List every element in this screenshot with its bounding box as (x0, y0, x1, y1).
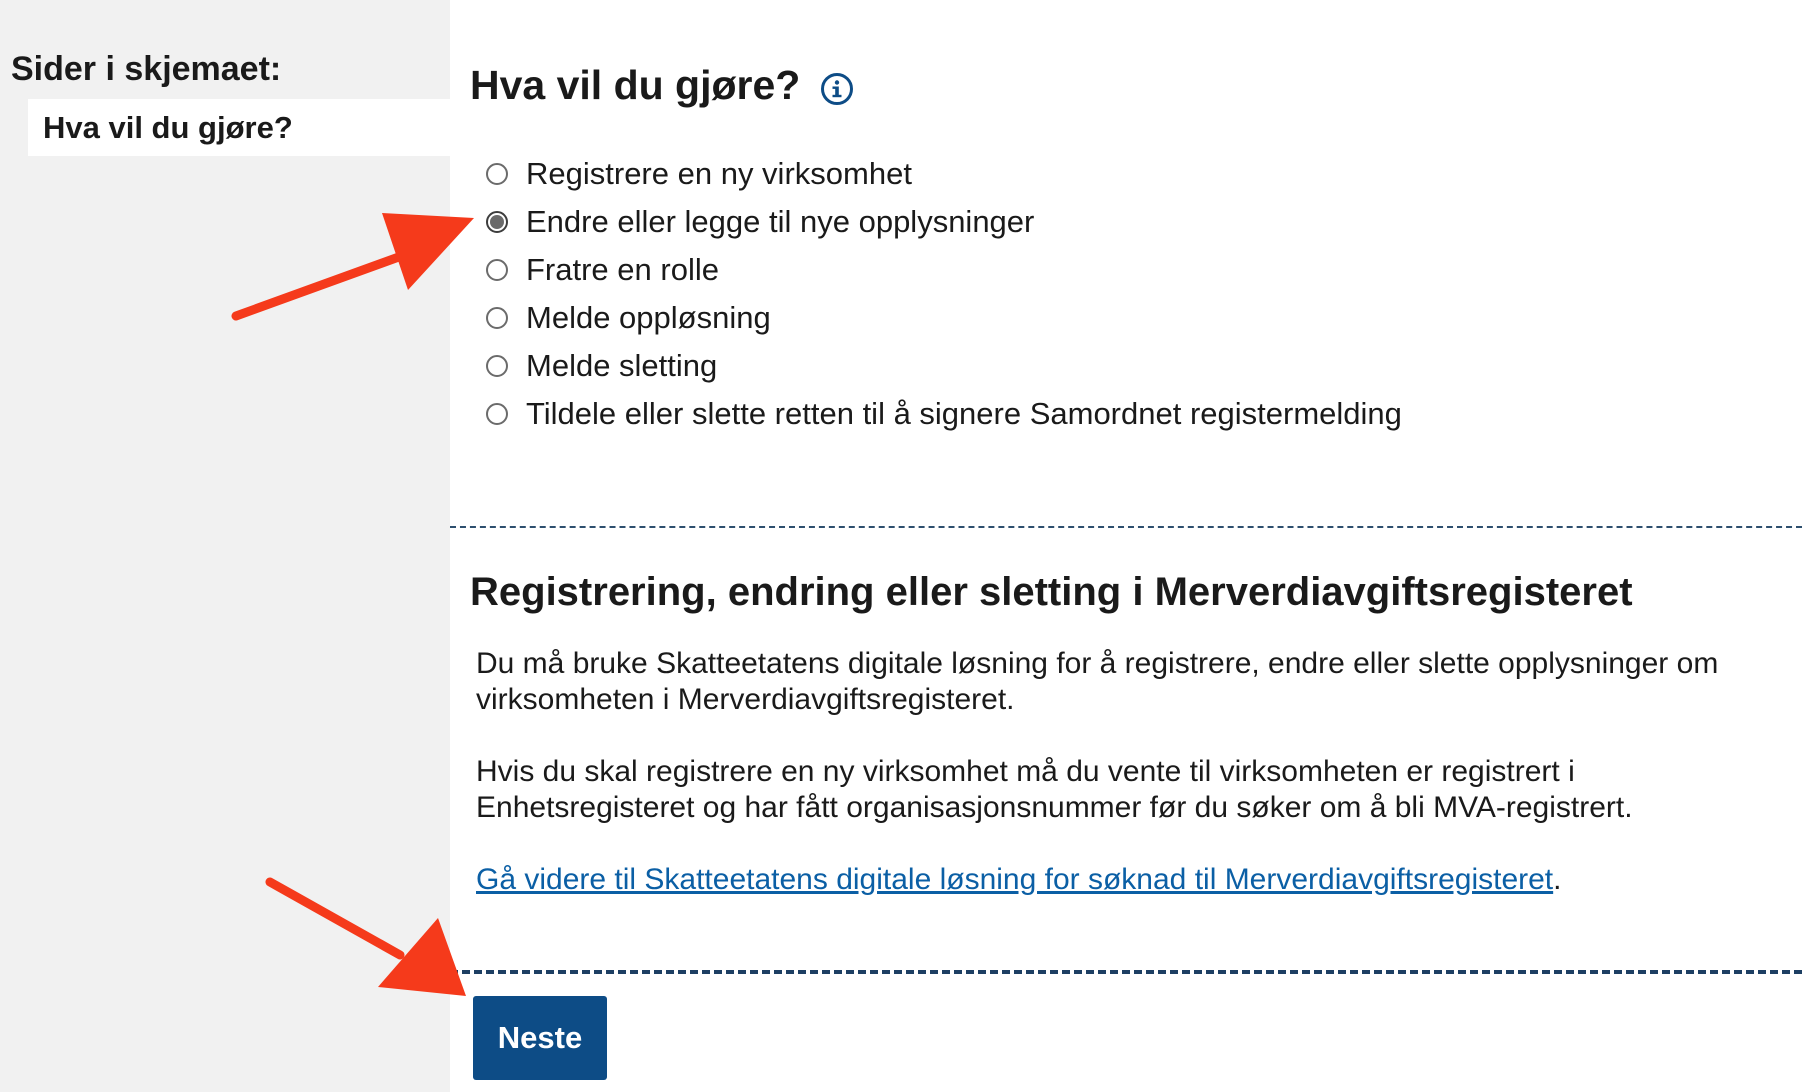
radio-label: Melde sletting (526, 348, 718, 383)
radio-button[interactable] (486, 355, 508, 377)
info-paragraph: Hvis du skal registrere en ny virksomhet… (476, 755, 1633, 824)
main-content: Hva vil du gjøre? Registrere en ny virks… (450, 0, 1802, 1092)
radio-button[interactable] (486, 163, 508, 185)
info-paragraph: Du må bruke Skatteetatens digitale løsni… (476, 647, 1719, 716)
section-title: Registrering, endring eller sletting i M… (470, 570, 1633, 614)
radio-option-tildele[interactable]: Tildele eller slette retten til å signer… (486, 390, 1402, 438)
page-title-text: Hva vil du gjøre? (470, 62, 801, 108)
link-suffix: . (1553, 863, 1562, 896)
radio-label: Melde oppløsning (526, 300, 771, 335)
info-circle-icon[interactable] (820, 69, 854, 105)
skatteetaten-link[interactable]: Gå videre til Skatteetatens digitale løs… (476, 863, 1553, 896)
section-divider (450, 526, 1802, 528)
sidebar-heading: Sider i skjemaet: (11, 50, 282, 88)
radio-label: Fratre en rolle (526, 252, 719, 287)
radio-option-registrere[interactable]: Registrere en ny virksomhet (486, 150, 1402, 198)
sidebar: Sider i skjemaet: Hva vil du gjøre? (0, 0, 450, 1092)
radio-option-opplosning[interactable]: Melde oppløsning (486, 294, 1402, 342)
button-divider (450, 970, 1802, 974)
radio-option-fratre[interactable]: Fratre en rolle (486, 246, 1402, 294)
radio-button[interactable] (486, 259, 508, 281)
next-button[interactable]: Neste (473, 996, 607, 1080)
radio-option-endre[interactable]: Endre eller legge til nye opplysninger (486, 198, 1402, 246)
link-line: Gå videre til Skatteetatens digitale løs… (476, 862, 1562, 898)
radio-button-selected[interactable] (486, 211, 508, 233)
radio-label: Endre eller legge til nye opplysninger (526, 204, 1035, 239)
radio-label: Registrere en ny virksomhet (526, 156, 912, 191)
page-title: Hva vil du gjøre? (470, 62, 854, 109)
sidebar-item-hva-vil-du-gjore[interactable]: Hva vil du gjøre? (28, 99, 450, 156)
radio-button[interactable] (486, 403, 508, 425)
radio-option-sletting[interactable]: Melde sletting (486, 342, 1402, 390)
radio-label: Tildele eller slette retten til å signer… (526, 396, 1402, 431)
action-radio-group: Registrere en ny virksomhet Endre eller … (486, 150, 1402, 438)
radio-button[interactable] (486, 307, 508, 329)
